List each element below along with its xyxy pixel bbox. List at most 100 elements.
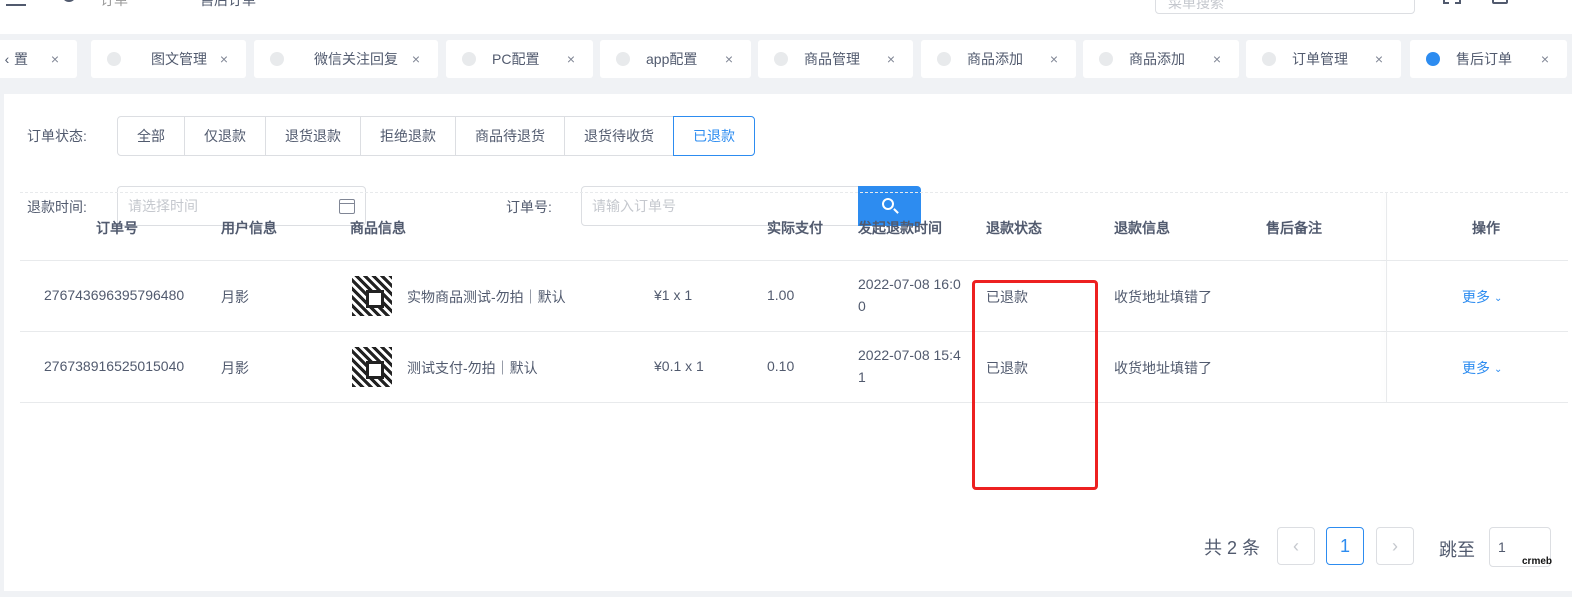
tab-dot-icon bbox=[616, 52, 630, 66]
close-icon[interactable]: × bbox=[218, 51, 230, 67]
order-number: 276738916525015040 bbox=[44, 358, 185, 374]
tab-label: 订单管理 bbox=[1292, 51, 1348, 67]
tab-label: 商品添加 bbox=[1129, 51, 1185, 67]
more-dropdown[interactable]: 更多 ⌄ bbox=[1462, 358, 1502, 378]
tab-label: app配置 bbox=[646, 51, 698, 67]
tab-item[interactable]: 商品添加 × bbox=[921, 40, 1076, 78]
bell-icon[interactable] bbox=[1492, 0, 1508, 4]
close-icon[interactable]: × bbox=[1211, 51, 1223, 67]
status-option[interactable]: 退货待收货 bbox=[564, 116, 674, 156]
close-icon[interactable]: × bbox=[1373, 51, 1385, 67]
tab-dot-icon bbox=[462, 52, 476, 66]
tab-dot-icon bbox=[1262, 52, 1276, 66]
table-row: 276743696395796480 月影 实物商品测试-勿拍｜默认 ¥1 x … bbox=[20, 261, 1568, 332]
status-option[interactable]: 退货退款 bbox=[265, 116, 361, 156]
close-icon[interactable]: × bbox=[410, 51, 422, 67]
close-icon[interactable]: × bbox=[885, 51, 897, 67]
tab-dot-icon bbox=[270, 52, 284, 66]
price-quantity: ¥1 x 1 bbox=[654, 287, 693, 303]
product-name: 测试支付-勿拍｜默认 bbox=[407, 360, 538, 376]
pagination-total: 共 2 条 bbox=[1204, 538, 1261, 558]
page-number-button[interactable]: 1 bbox=[1326, 527, 1364, 565]
tab-label: 商品添加 bbox=[967, 51, 1023, 67]
top-header: 订单 售后订单 菜单搜索 bbox=[0, 0, 1572, 34]
next-page-button[interactable]: › bbox=[1376, 527, 1414, 565]
tab-item[interactable]: 图文管理 × bbox=[91, 40, 246, 78]
close-icon[interactable]: × bbox=[49, 51, 61, 67]
tab-item-active[interactable]: 售后订单 × bbox=[1410, 40, 1567, 78]
tab-dot-icon bbox=[937, 52, 951, 66]
refund-time-wrap: 0 bbox=[858, 298, 866, 314]
product-qr-image bbox=[352, 276, 392, 316]
tabs-scroll-left-icon[interactable]: ‹ bbox=[0, 40, 14, 78]
column-header: 退款信息 bbox=[1114, 220, 1170, 236]
tab-item[interactable]: 微信关注回复 × bbox=[254, 40, 438, 78]
close-icon[interactable]: × bbox=[1048, 51, 1060, 67]
chevron-down-icon: ⌄ bbox=[1494, 293, 1503, 304]
more-label: 更多 bbox=[1462, 360, 1490, 376]
close-icon[interactable]: × bbox=[1539, 51, 1551, 67]
status-option[interactable]: 仅退款 bbox=[184, 116, 266, 156]
status-option[interactable]: 商品待退货 bbox=[455, 116, 565, 156]
refund-time: 2022-07-08 16:0 bbox=[858, 276, 961, 292]
tabs-bar: ‹ 置 × 图文管理 × 微信关注回复 × PC配置 × app配置 × 商品管… bbox=[0, 34, 1572, 84]
prev-page-button[interactable]: ‹ bbox=[1277, 527, 1315, 565]
tab-item[interactable]: 订单管理 × bbox=[1246, 40, 1401, 78]
tab-label: 商品管理 bbox=[804, 51, 860, 67]
fixed-column-divider bbox=[1386, 192, 1387, 402]
tab-dot-icon bbox=[774, 52, 788, 66]
jump-to-label: 跳至 bbox=[1439, 540, 1475, 560]
status-option-selected[interactable]: 已退款 bbox=[673, 116, 755, 156]
paid-amount: 0.10 bbox=[767, 358, 795, 374]
tab-item[interactable]: PC配置 × bbox=[446, 40, 593, 78]
chevron-down-icon: ⌄ bbox=[1494, 364, 1503, 375]
tab-label: 售后订单 bbox=[1456, 51, 1512, 67]
column-header: 退款状态 bbox=[986, 220, 1042, 236]
tab-dot-icon bbox=[107, 52, 121, 66]
status-option[interactable]: 拒绝退款 bbox=[360, 116, 456, 156]
close-icon[interactable]: × bbox=[565, 51, 577, 67]
tab-label: 图文管理 bbox=[151, 51, 207, 67]
refund-reason: 收货地址填错了 bbox=[1114, 289, 1212, 305]
refund-time: 2022-07-08 15:4 bbox=[858, 347, 961, 363]
refund-reason: 收货地址填错了 bbox=[1114, 360, 1212, 376]
tab-item[interactable]: 商品添加 × bbox=[1083, 40, 1239, 78]
menu-icon[interactable] bbox=[6, 0, 26, 6]
tab-label: 微信关注回复 bbox=[314, 51, 398, 67]
column-header: 发起退款时间 bbox=[858, 220, 942, 236]
user-name: 月影 bbox=[221, 289, 249, 305]
order-number: 276743696395796480 bbox=[44, 287, 185, 303]
table-row: 276738916525015040 月影 测试支付-勿拍｜默认 ¥0.1 x … bbox=[20, 332, 1568, 403]
watermark-logo: crmeb bbox=[1522, 556, 1553, 567]
price-quantity: ¥0.1 x 1 bbox=[654, 358, 704, 374]
more-label: 更多 bbox=[1462, 289, 1490, 305]
tab-dot-icon bbox=[1099, 52, 1113, 66]
column-header: 订单号 bbox=[96, 220, 138, 236]
status-filter-label: 订单状态: bbox=[27, 128, 87, 144]
column-header: 售后备注 bbox=[1266, 220, 1322, 236]
user-name: 月影 bbox=[221, 360, 249, 376]
refund-time-wrap: 1 bbox=[858, 369, 866, 385]
highlight-annotation-box bbox=[972, 280, 1098, 490]
menu-search-input[interactable]: 菜单搜索 bbox=[1155, 0, 1415, 14]
column-header: 用户信息 bbox=[221, 220, 277, 236]
tab-label: PC配置 bbox=[492, 51, 540, 67]
tab-item[interactable]: 商品管理 × bbox=[758, 40, 913, 78]
more-dropdown[interactable]: 更多 ⌄ bbox=[1462, 287, 1502, 307]
refresh-icon[interactable] bbox=[62, 0, 76, 2]
product-name: 实物商品测试-勿拍｜默认 bbox=[407, 289, 566, 305]
tab-dot-icon bbox=[1426, 52, 1440, 66]
column-header: 商品信息 bbox=[350, 220, 406, 236]
status-radio-group: 全部 仅退款 退货退款 拒绝退款 商品待退货 退货待收货 已退款 bbox=[117, 116, 755, 156]
column-header: 实际支付 bbox=[767, 220, 823, 236]
tab-item[interactable]: app配置 × bbox=[600, 40, 751, 78]
close-icon[interactable]: × bbox=[723, 51, 735, 67]
breadcrumb-item[interactable]: 订单 bbox=[100, 0, 128, 10]
table-header: 订单号 用户信息 商品信息 实际支付 发起退款时间 退款状态 退款信息 售后备注… bbox=[20, 192, 1568, 261]
fullscreen-icon[interactable] bbox=[1443, 0, 1461, 4]
status-option[interactable]: 全部 bbox=[117, 116, 185, 156]
column-header: 操作 bbox=[1472, 220, 1500, 236]
breadcrumb-item: 售后订单 bbox=[200, 0, 256, 8]
product-qr-image bbox=[352, 347, 392, 387]
paid-amount: 1.00 bbox=[767, 287, 795, 303]
